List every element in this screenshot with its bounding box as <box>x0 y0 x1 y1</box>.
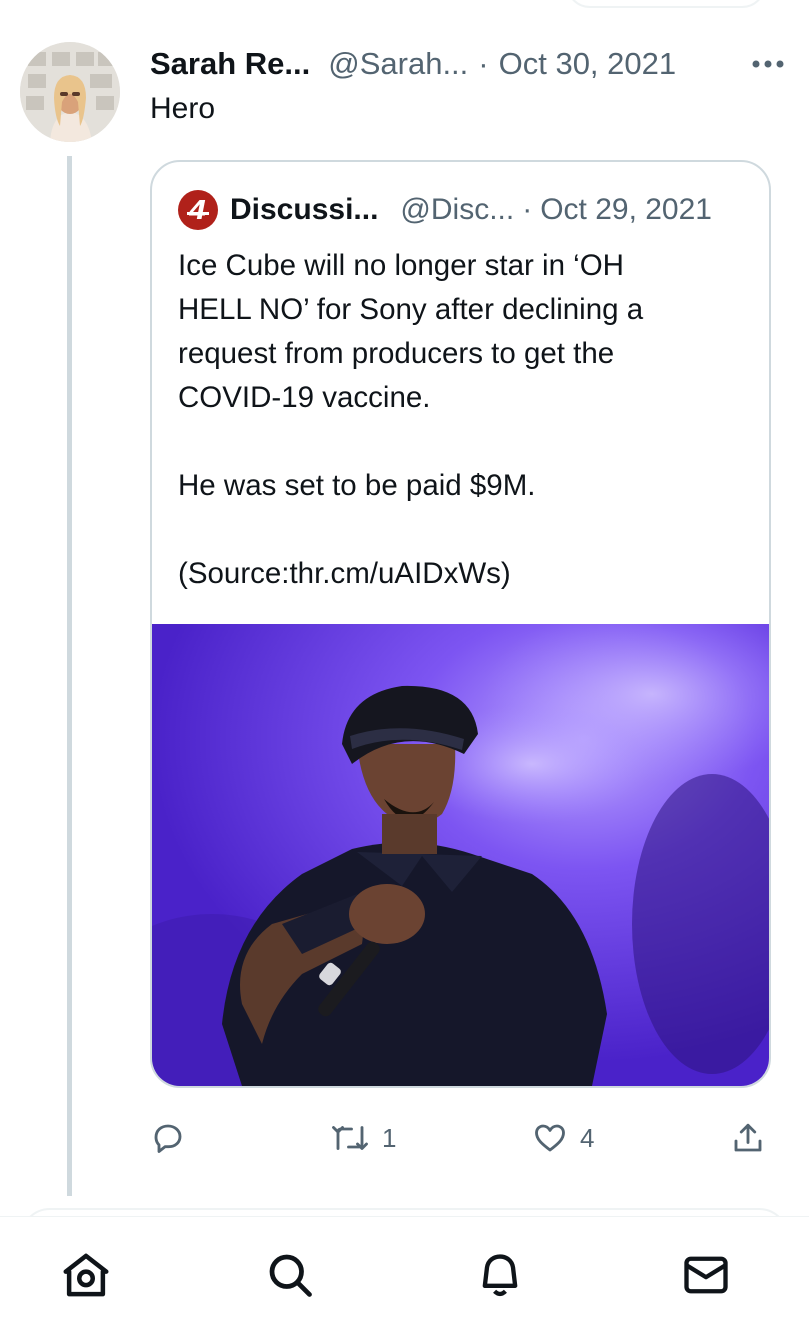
tweet-text: Hero <box>150 92 216 125</box>
quoted-tweet-photo[interactable] <box>152 624 769 1086</box>
tweet-date[interactable]: Oct 30, 2021 <box>499 46 677 82</box>
search-icon <box>264 1249 316 1306</box>
quoted-author-handle[interactable]: @Disc... <box>400 193 514 227</box>
discussing-film-logo-icon: 4 <box>178 190 218 230</box>
nav-search[interactable] <box>260 1247 320 1307</box>
retweet-count: 1 <box>382 1122 397 1153</box>
like-button[interactable]: 4 <box>532 1112 594 1164</box>
logo-glyph: 4 <box>188 196 207 226</box>
nav-notifications[interactable] <box>470 1247 530 1307</box>
avatar-image <box>20 42 120 142</box>
quoted-tweet-card[interactable]: 4 Discussi... @Disc... · Oct 29, 2021 Ic… <box>150 160 771 1088</box>
tweet-header: Sarah Re... @Sarah... · Oct 30, 2021 <box>150 42 790 86</box>
retweet-icon <box>330 1120 370 1156</box>
author-handle[interactable]: @Sarah... <box>328 46 468 82</box>
more-options-icon[interactable] <box>746 44 790 84</box>
top-button-edge <box>566 0 766 8</box>
separator-dot: · <box>522 193 533 226</box>
source-link[interactable]: (Source:thr.cm/uAIDxWs) <box>178 552 738 596</box>
notifications-icon <box>474 1248 526 1307</box>
retweet-button[interactable]: 1 <box>330 1112 396 1164</box>
quoted-tweet-header: 4 Discussi... @Disc... · Oct 29, 2021 <box>178 188 758 232</box>
nav-messages[interactable] <box>676 1247 736 1307</box>
quoted-tweet-date[interactable]: Oct 29, 2021 <box>540 193 712 227</box>
reply-button[interactable] <box>150 1112 198 1164</box>
tweet-actions: 1 4 <box>150 1112 770 1164</box>
text-line: request from producers to get the <box>178 337 615 370</box>
heart-icon <box>532 1120 568 1156</box>
text-line: He was set to be paid $9M. <box>178 469 536 502</box>
home-icon <box>59 1248 113 1307</box>
reply-icon <box>150 1120 186 1156</box>
author-name[interactable]: Sarah Re... <box>150 46 310 82</box>
text-line: HELL NO’ for Sony after declining a <box>178 293 644 326</box>
nav-home[interactable] <box>56 1247 116 1307</box>
separator-dot: · <box>478 46 489 81</box>
text-line: Ice Cube will no longer star in ‘OH <box>178 249 624 282</box>
quoted-tweet-text: Ice Cube will no longer star in ‘OH HELL… <box>178 244 738 596</box>
thread-line <box>67 156 72 1196</box>
share-icon <box>730 1120 766 1156</box>
quoted-author-name[interactable]: Discussi... <box>230 193 378 227</box>
bottom-navigation <box>0 1216 809 1328</box>
like-count: 4 <box>580 1122 595 1153</box>
messages-icon <box>679 1249 733 1306</box>
text-line: COVID-19 vaccine. <box>178 381 431 414</box>
avatar[interactable] <box>20 42 120 142</box>
share-button[interactable] <box>730 1112 766 1164</box>
